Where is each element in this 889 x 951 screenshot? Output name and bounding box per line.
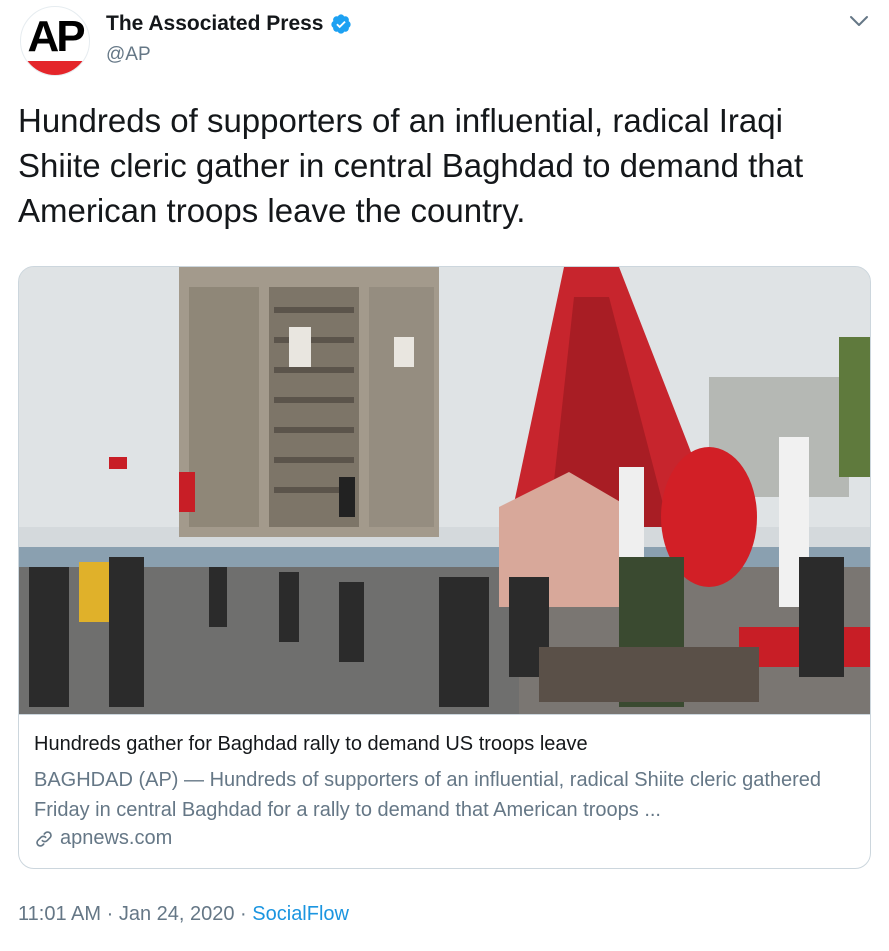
card-title[interactable]: Hundreds gather for Baghdad rally to dem… — [34, 733, 588, 756]
baghdad-rally-photo — [19, 267, 870, 714]
card-photo[interactable] — [19, 267, 870, 714]
chevron-down-icon[interactable] — [849, 14, 869, 28]
verified-badge-icon — [330, 13, 352, 35]
author-handle[interactable]: @AP — [106, 44, 151, 66]
tweet-meta: 11:01 AM · Jan 24, 2020 · SocialFlow — [18, 903, 349, 926]
tweet-time[interactable]: 11:01 AM — [18, 903, 101, 925]
display-name[interactable]: The Associated Press — [106, 12, 324, 36]
avatar-logo-text: AP — [27, 12, 85, 61]
card-body[interactable]: Hundreds gather for Baghdad rally to dem… — [19, 714, 870, 868]
tweet-date[interactable]: Jan 24, 2020 — [119, 903, 235, 925]
tweet-text: Hundreds of supporters of an influential… — [18, 102, 804, 229]
avatar-red-band — [21, 61, 89, 75]
author-name-row[interactable]: The Associated Press — [106, 12, 352, 36]
card-domain[interactable]: apnews.com — [34, 827, 172, 850]
tweet-source[interactable]: SocialFlow — [252, 903, 349, 925]
card-domain-text[interactable]: apnews.com — [60, 827, 172, 850]
meta-separator: · — [106, 903, 114, 925]
link-icon — [34, 829, 54, 849]
card-description: BAGHDAD (AP) — Hundreds of supporters of… — [34, 769, 822, 821]
avatar[interactable]: AP — [20, 6, 90, 76]
link-card[interactable]: Hundreds gather for Baghdad rally to dem… — [18, 266, 871, 869]
meta-separator-2: · — [240, 903, 247, 925]
